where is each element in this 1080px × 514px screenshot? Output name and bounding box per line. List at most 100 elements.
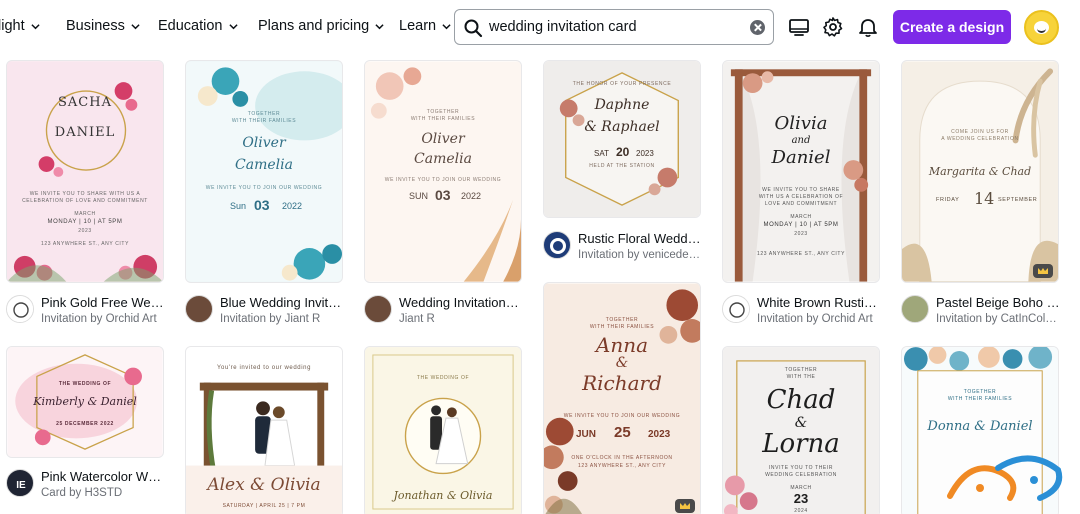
template-creator[interactable]: Invitation by venicede… <box>578 249 703 261</box>
couple-names: Donna & Daniel <box>927 419 1033 434</box>
invite-month: MARCH <box>790 214 812 220</box>
template-creator[interactable]: Jiant R <box>399 313 524 325</box>
invite-line: TOGETHER <box>605 317 639 323</box>
creator-avatar[interactable] <box>543 231 571 259</box>
template-meta: Pastel Beige Boho … Invitation by CatInC… <box>901 292 1066 332</box>
creator-avatar[interactable] <box>901 295 929 323</box>
creator-avatar[interactable] <box>6 295 34 323</box>
template-title[interactable]: Pastel Beige Boho … <box>936 295 1061 310</box>
template-title[interactable]: Pink Watercolor W… <box>41 469 166 484</box>
invite-line: WE INVITE YOU TO JOIN OUR WEDDING <box>205 185 323 191</box>
template-card-pink-gold[interactable]: SACHA DANIEL WE INVITE YOU TO SHARE WITH… <box>6 60 164 283</box>
couple-name-2: Daniel <box>771 147 831 168</box>
creator-avatar[interactable] <box>185 295 213 323</box>
invite-day: FRIDAY <box>936 197 960 203</box>
nav-menu-education[interactable]: Education <box>158 18 238 34</box>
template-creator[interactable]: Invitation by Jiant R <box>220 313 345 325</box>
couple-name-2: Richard <box>582 371 662 395</box>
invite-line: WE INVITE YOU TO SHARE <box>762 187 840 193</box>
chevron-down-icon <box>442 23 451 29</box>
premium-crown-icon <box>675 499 695 513</box>
desktop-app-icon[interactable] <box>788 16 810 38</box>
template-title[interactable]: White Brown Rusti… <box>757 295 882 310</box>
invite-year: 2023 <box>648 429 671 440</box>
invite-day: SAT <box>594 149 609 158</box>
clear-search-icon[interactable] <box>750 20 765 35</box>
template-card-pastel-beige-boho[interactable]: COME JOIN US FOR A WEDDING CELEBRATION M… <box>901 60 1059 283</box>
premium-crown-icon <box>1033 264 1053 278</box>
template-title[interactable]: Pink Gold Free We… <box>41 295 166 310</box>
invite-line: TOGETHER <box>963 389 997 395</box>
template-meta: Pink Gold Free We… Invitation by Orchid … <box>6 292 166 332</box>
template-creator[interactable]: Invitation by CatInCol… <box>936 313 1061 325</box>
invite-line: WITH THEIR FAMILIES <box>589 324 655 330</box>
creator-avatar[interactable] <box>722 295 750 323</box>
nav-menu-light[interactable]: light <box>0 18 40 34</box>
chevron-down-icon <box>228 23 238 29</box>
template-card-chad-lorna[interactable]: TOGETHER WITH THE Chad & Lorna INVITE YO… <box>722 346 880 514</box>
invite-line: You're invited to our wedding <box>216 365 312 371</box>
invite-line: TOGETHER <box>784 367 818 373</box>
search-input[interactable] <box>489 17 739 37</box>
user-avatar[interactable] <box>1024 10 1059 45</box>
template-creator[interactable]: Card by H3STD <box>41 487 166 499</box>
couple-name-2: Camelia <box>235 157 293 173</box>
template-meta: Blue Wedding Invit… Invitation by Jiant … <box>185 292 350 332</box>
template-card-white-brown-rustic[interactable]: Olivia and Daniel WE INVITE YOU TO SHARE… <box>722 60 880 283</box>
template-card-anna-richard[interactable]: TOGETHER WITH THEIR FAMILIES Anna & Rich… <box>543 282 701 514</box>
couple-name-1: Chad <box>766 385 836 415</box>
template-card-alex-olivia[interactable]: You're invited to our wedding Alex & Oli… <box>185 346 343 514</box>
invite-line: WITH THE <box>786 374 816 380</box>
invite-date: 25 DECEMBER 2022 <box>56 421 114 427</box>
invite-line: WEDDING CELEBRATION <box>765 472 837 478</box>
invite-line: INVITE YOU TO THEIR <box>768 465 834 471</box>
chevron-down-icon <box>131 23 140 29</box>
template-card-rustic-floral[interactable]: THE HONOR OF YOUR PRESENCE Daphne & Raph… <box>543 60 701 218</box>
template-title[interactable]: Wedding Invitation… <box>399 295 524 310</box>
nav-menu-plans-and-pricing[interactable]: Plans and pricing <box>258 18 384 34</box>
nav-menu-business-label: Business <box>66 18 125 34</box>
invite-month: MARCH <box>74 211 96 217</box>
couple-name-1: Oliver <box>421 131 465 147</box>
template-card-jonathan-olivia[interactable]: THE WEDDING OF Jonathan & Olivia <box>364 346 522 514</box>
nav-menu-business[interactable]: Business <box>66 18 140 34</box>
chevron-down-icon <box>375 23 384 29</box>
invite-line: WITH THEIR FAMILIES <box>231 118 297 124</box>
couple-name-and: and <box>791 135 811 146</box>
bell-icon[interactable] <box>857 16 879 38</box>
nav-menu-learn[interactable]: Learn <box>399 18 451 34</box>
invite-line: COME JOIN US FOR <box>951 129 1009 135</box>
invite-line: WITH US A CELEBRATION OF <box>758 194 844 200</box>
invite-line: WE INVITE YOU TO JOIN OUR WEDDING <box>563 413 681 419</box>
couple-name-2: DANIEL <box>54 125 116 140</box>
invite-month: SEPTEMBER <box>998 197 1038 203</box>
invite-year: 2023 <box>636 149 654 158</box>
couple-name-2: Camelia <box>414 151 472 167</box>
couple-name-1: SACHA <box>58 95 112 110</box>
creator-avatar[interactable] <box>364 295 392 323</box>
template-card-pink-watercolor[interactable]: THE WEDDING OF Kimberly & Daniel 25 DECE… <box>6 346 164 458</box>
gear-icon[interactable] <box>822 16 844 38</box>
invite-address: 123 ANYWHERE ST., ANY CITY <box>756 251 846 257</box>
couple-name-1: Daphne <box>594 97 650 113</box>
template-card-wedding-invitation[interactable]: TOGETHER WITH THEIR FAMILIES Oliver Came… <box>364 60 522 283</box>
template-title[interactable]: Rustic Floral Weddi… <box>578 231 703 246</box>
invite-line: THE WEDDING OF <box>416 375 470 381</box>
creator-avatar[interactable]: IE <box>6 469 34 497</box>
template-card-blue-wedding[interactable]: TOGETHER WITH THEIR FAMILIES Oliver Came… <box>185 60 343 283</box>
invite-line: CELEBRATION OF LOVE AND COMMITMENT <box>22 198 148 204</box>
template-title[interactable]: Blue Wedding Invit… <box>220 295 345 310</box>
template-creator[interactable]: Invitation by Orchid Art <box>41 313 166 325</box>
invite-line: LOVE AND COMMITMENT <box>764 201 838 207</box>
couple-names: Alex & Olivia <box>207 475 321 495</box>
create-a-design-button[interactable]: Create a design <box>893 10 1011 44</box>
site-watermark-logo <box>947 455 1063 501</box>
invite-address: 123 ANYWHERE ST., ANY CITY <box>40 241 130 247</box>
nav-menu-plans-label: Plans and pricing <box>258 18 370 34</box>
couple-name-1: Olivia <box>774 113 828 134</box>
invite-line: TOGETHER <box>426 109 460 115</box>
invite-date: 03 <box>254 197 270 213</box>
template-creator[interactable]: Invitation by Orchid Art <box>757 313 882 325</box>
invite-line: HELD AT THE STATION <box>589 163 655 169</box>
invite-day: Sun <box>230 201 247 211</box>
